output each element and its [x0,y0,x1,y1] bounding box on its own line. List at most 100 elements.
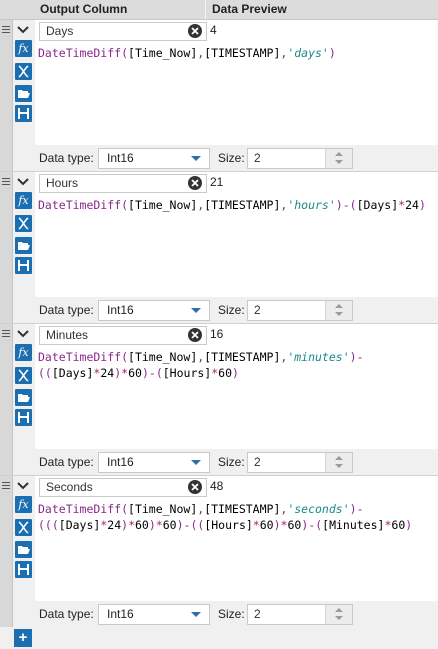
formula-token: DateTimeDiff( [38,46,129,60]
clear-icon[interactable] [188,328,202,342]
formula-editor[interactable]: DateTimeDiff([Time_Now],[TIMESTAMP],'hou… [38,197,433,213]
data-preview-value: 21 [210,175,224,189]
formula-token: * [155,518,163,532]
output-column-header: Output Column [40,2,128,16]
size-stepper[interactable]: 2 [247,300,353,321]
formula-token: 24 [100,366,115,380]
folder-open-icon[interactable] [15,237,32,254]
output-column-name-field[interactable]: Hours [39,174,207,193]
data-type-select[interactable]: Int16 [98,148,210,169]
formula-token: ( [155,366,163,380]
formula-token: ) [418,198,426,212]
output-column-name: Minutes [46,328,89,342]
row-drag-handle[interactable] [0,476,13,627]
stepper-down-icon[interactable] [335,160,343,164]
fx-icon[interactable]: fx [15,40,32,57]
formula-line: DateTimeDiff([Time_Now],[TIMESTAMP],'sec… [38,501,433,517]
output-column-name-field[interactable]: Minutes [39,326,207,345]
save-icon[interactable] [15,105,32,122]
formula-token: [Time_Now] [128,502,198,516]
formula-token: [Time_Now] [128,198,198,212]
chevron-down-icon[interactable] [16,328,30,340]
formula-line: (([Days]*24)*60)-([Hours]*60) [38,365,433,381]
data-type-select[interactable]: Int16 [98,452,210,473]
data-type-select[interactable]: Int16 [98,604,210,625]
data-type-value: Int16 [107,455,134,469]
chevron-down-icon[interactable] [16,480,30,492]
data-type-label: Data type: [39,455,94,469]
stepper-up-icon[interactable] [335,304,343,308]
save-icon[interactable] [15,409,32,426]
row-drag-handle[interactable] [0,20,13,171]
fx-icon[interactable]: fx [15,496,32,513]
variable-icon[interactable] [15,63,32,80]
data-preview-value: 16 [210,327,224,341]
folder-open-icon[interactable] [15,541,32,558]
size-value: 2 [254,303,261,317]
size-stepper[interactable]: 2 [247,604,353,625]
variable-icon[interactable] [15,519,32,536]
formula-token: 60 [218,366,233,380]
row-drag-handle[interactable] [0,324,13,475]
formula-token: 24 [405,198,419,212]
formula-token: [Time_Now] [128,350,198,364]
formula-token: 60 [128,366,142,380]
output-column-name: Hours [46,176,79,190]
formula-token: ) [273,518,281,532]
stepper-up-icon[interactable] [335,608,343,612]
variable-icon[interactable] [15,215,32,232]
data-type-select[interactable]: Int16 [98,300,210,321]
formula-line: DateTimeDiff([Time_Now],[TIMESTAMP],'hou… [38,197,433,213]
folder-open-icon[interactable] [15,389,32,406]
formula-editor[interactable]: DateTimeDiff([Time_Now],[TIMESTAMP],'min… [38,349,433,381]
formula-line: ((([Days]*24)*60)*60)-(([Hours]*60)*60)-… [38,517,433,533]
formula-token: [Hours] [204,518,253,532]
formula-token: [Minutes] [322,518,385,532]
stepper-up-icon[interactable] [335,456,343,460]
output-column-name-field[interactable]: Days [39,22,207,41]
size-stepper[interactable]: 2 [247,148,353,169]
folder-open-icon[interactable] [15,85,32,102]
formula-token: [TIMESTAMP] [204,350,281,364]
clear-icon[interactable] [188,176,202,190]
variable-icon[interactable] [15,367,32,384]
size-stepper[interactable]: 2 [247,452,353,473]
stepper-up-icon[interactable] [335,152,343,156]
save-icon[interactable] [15,561,32,578]
formula-row: fx Seconds 48 DateTimeDiff([Time_Now],[TIME… [0,476,438,627]
size-stepper-buttons[interactable] [325,301,352,320]
formula-token: 60 [287,518,302,532]
stepper-down-icon[interactable] [335,616,343,620]
size-stepper-buttons[interactable] [325,149,352,168]
drag-grip-icon [2,178,10,187]
size-stepper-buttons[interactable] [325,605,352,624]
drag-grip-icon [2,26,10,35]
formula-row: fx Hours 21 DateTimeDiff([Time_Now],[TIMEST… [0,172,438,323]
fx-icon[interactable]: fx [15,344,32,361]
formula-token: - [342,198,350,212]
formula-token: - [356,502,364,516]
save-icon[interactable] [15,257,32,274]
chevron-down-icon[interactable] [16,24,30,36]
add-icon[interactable]: + [14,629,32,647]
formula-token: DateTimeDiff( [38,198,129,212]
formula-row: fx Minutes 16 DateTimeDiff([Time_Now],[TIME… [0,324,438,475]
chevron-down-icon[interactable] [16,176,30,188]
formula-token: (( [190,518,205,532]
add-bar: + [0,627,438,649]
fx-icon[interactable]: fx [15,192,32,209]
size-stepper-buttons[interactable] [325,453,352,472]
formula-token: - [148,366,156,380]
clear-icon[interactable] [188,480,202,494]
formula-line: DateTimeDiff([Time_Now],[TIMESTAMP],'day… [38,45,433,61]
clear-icon[interactable] [188,24,202,38]
formula-token: 'days' [287,46,329,60]
output-column-name-field[interactable]: Seconds [39,478,207,497]
formula-editor[interactable]: DateTimeDiff([Time_Now],[TIMESTAMP],'sec… [38,501,433,533]
stepper-down-icon[interactable] [335,312,343,316]
stepper-down-icon[interactable] [335,464,343,468]
row-drag-handle[interactable] [0,172,13,323]
size-value: 2 [254,607,261,621]
formula-token: ) [176,518,184,532]
formula-editor[interactable]: DateTimeDiff([Time_Now],[TIMESTAMP],'day… [38,45,433,61]
